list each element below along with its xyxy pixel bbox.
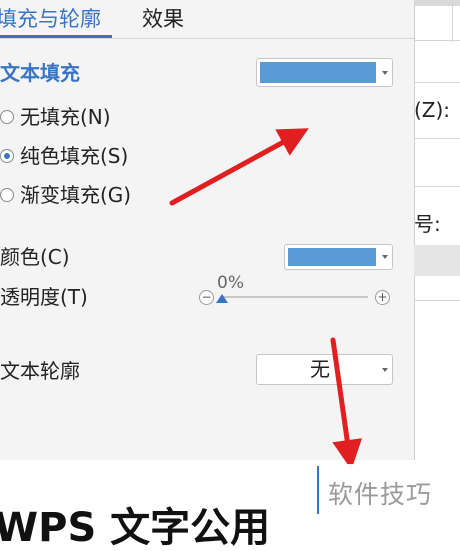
- text-fill-color-swatch: [260, 62, 376, 83]
- transparency-label: 透明度(T): [0, 285, 88, 309]
- transparency-slider-track[interactable]: [222, 296, 368, 298]
- format-task-pane: 填充与轮廓 效果 文本填充 无填充(N) 纯色填充(S) 渐变填充(G) 颜色(…: [0, 0, 415, 460]
- radio-gradient-fill-label: 渐变填充(G): [20, 183, 132, 207]
- tab-effects[interactable]: 效果: [142, 4, 184, 34]
- right-panel-label-z: (Z):: [414, 98, 451, 122]
- right-panel-label-hao: 号:: [414, 212, 441, 236]
- transparency-slider-thumb[interactable]: [216, 294, 228, 303]
- transparency-increase-button[interactable]: +: [375, 290, 390, 305]
- right-panel-divider: [414, 138, 460, 139]
- right-panel-divider: [414, 186, 460, 187]
- radio-button-icon: [0, 110, 14, 124]
- text-outline-label: 文本轮廓: [0, 359, 80, 383]
- radio-button-icon: [0, 188, 14, 202]
- text-fill-color-dropdown[interactable]: [256, 58, 393, 87]
- color-dropdown[interactable]: [284, 244, 393, 270]
- document-heading-fragment: WPS 文字公用: [0, 505, 271, 551]
- tab-fill-and-outline[interactable]: 填充与轮廓: [0, 4, 101, 34]
- right-panel-selected-row: [414, 245, 460, 276]
- right-panel-vertical-divider: [452, 0, 453, 42]
- chevron-down-icon: [382, 70, 388, 75]
- text-fill-section-title: 文本填充: [0, 61, 80, 85]
- watermark-text: 软件技巧: [328, 480, 433, 509]
- transparency-value: 0%: [217, 273, 244, 293]
- radio-button-checked-icon: [0, 149, 14, 163]
- chevron-down-icon: [382, 367, 388, 372]
- tab-divider: [0, 38, 414, 39]
- radio-solid-fill-label: 纯色填充(S): [20, 144, 129, 168]
- right-panel-top-strip: [414, 0, 460, 6]
- color-label: 颜色(C): [0, 245, 70, 269]
- text-cursor: [317, 466, 319, 514]
- color-swatch: [288, 248, 376, 266]
- right-panel-divider: [414, 40, 460, 41]
- right-panel-divider: [414, 82, 460, 83]
- transparency-decrease-button[interactable]: −: [199, 290, 214, 305]
- text-outline-dropdown[interactable]: 无: [256, 354, 393, 385]
- chevron-down-icon: [382, 255, 388, 259]
- text-outline-value: 无: [310, 357, 330, 381]
- radio-no-fill-label: 无填充(N): [20, 105, 111, 129]
- right-panel-divider: [414, 300, 460, 301]
